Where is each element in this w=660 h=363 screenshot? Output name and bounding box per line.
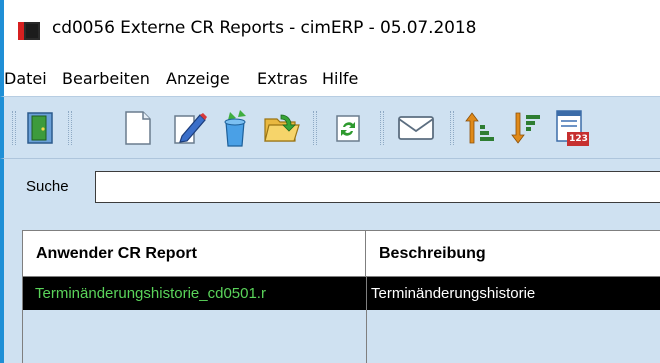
search-label: Suche [26,178,69,195]
new-document-icon [123,110,153,146]
app-icon [18,22,40,40]
menu-bar: Datei Bearbeiten Anzeige Extras Hilfe [0,60,660,96]
menu-anzeige[interactable]: Anzeige [166,69,230,88]
refresh-button[interactable] [326,105,370,151]
exit-door-icon [25,111,55,145]
exit-button[interactable] [18,105,62,151]
toolbar-separator [450,111,454,145]
window-title: cd0056 Externe CR Reports - cimERP - 05.… [52,18,477,38]
edit-button[interactable] [168,105,212,151]
menu-datei[interactable]: Datei [4,69,47,88]
menu-bearbeiten[interactable]: Bearbeiten [62,69,150,88]
grid-area: Anwender CR Report Beschreibung Terminän… [0,216,660,363]
column-header-beschreibung[interactable]: Beschreibung [366,231,660,276]
refresh-icon [334,113,362,143]
open-folder-icon [263,111,301,145]
toolbar-separator [313,111,317,145]
search-bar: Suche [0,158,660,216]
sort-ascending-icon [464,111,496,145]
table-cell-report: Terminänderungshistorie_cd0501.r [35,285,266,302]
table-cell-description: Terminänderungshistorie [366,277,660,310]
mail-button[interactable] [394,105,438,151]
delete-button[interactable] [212,105,256,151]
reports-table: Anwender CR Report Beschreibung Terminän… [22,230,660,363]
new-button[interactable] [116,105,160,151]
sort-descending-button[interactable] [504,105,548,151]
table-header: Anwender CR Report Beschreibung [23,231,660,277]
toolbar-separator [380,111,384,145]
toolbar: 123 [0,96,660,158]
mail-envelope-icon [397,113,435,143]
recycle-delete-icon [216,108,252,148]
calendar-badge-text: 123 [569,134,588,144]
menu-hilfe[interactable]: Hilfe [322,69,358,88]
sort-ascending-button[interactable] [458,105,502,151]
table-row[interactable]: Terminänderungshistorie_cd0501.r Terminä… [23,277,660,310]
calendar-123-icon: 123 [555,109,589,147]
search-input[interactable] [95,171,660,203]
toolbar-separator [12,111,16,145]
column-divider [366,310,367,363]
toolbar-separator [68,111,72,145]
edit-pencil-icon [172,110,208,146]
title-bar: cd0056 Externe CR Reports - cimERP - 05.… [0,0,660,60]
open-button[interactable] [260,105,304,151]
sort-descending-icon [510,111,542,145]
app-window: cd0056 Externe CR Reports - cimERP - 05.… [0,0,660,363]
menu-extras[interactable]: Extras [257,69,308,88]
column-header-anwender-cr-report[interactable]: Anwender CR Report [23,231,366,276]
table-empty-area [23,310,660,363]
calendar-button[interactable]: 123 [550,105,594,151]
